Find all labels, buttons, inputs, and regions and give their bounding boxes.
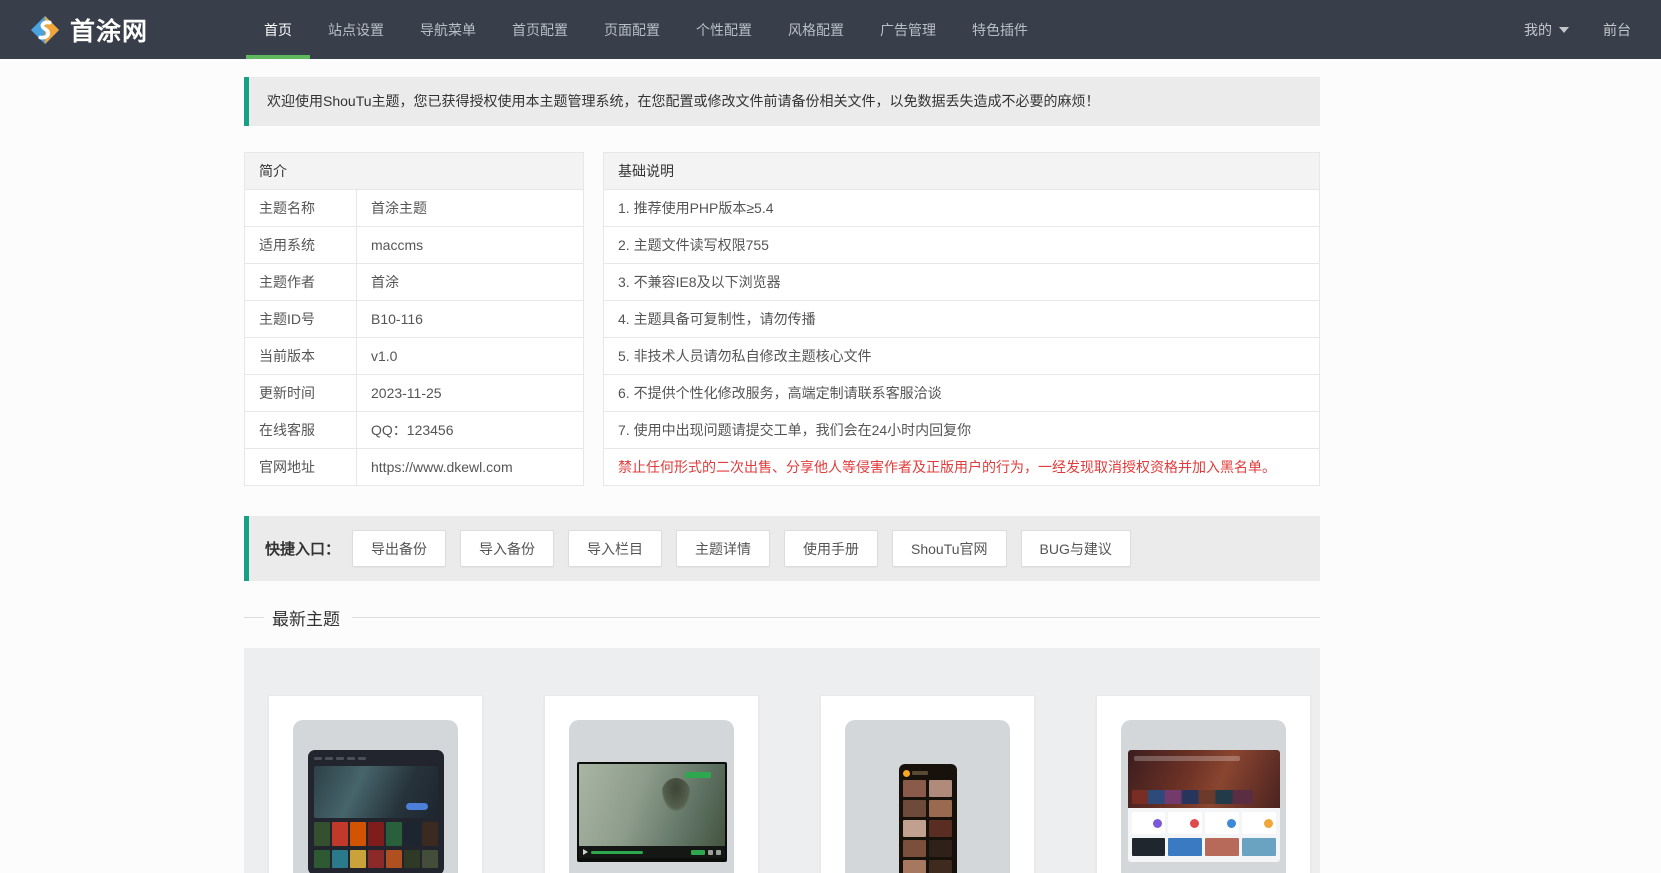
export-backup-button[interactable]: 导出备份 <box>352 530 447 567</box>
table-row: 当前版本 v1.0 <box>244 337 584 375</box>
theme-card[interactable] <box>820 695 1035 873</box>
navbar-right: 我的 前台 <box>1524 0 1631 59</box>
nav-item-style-config[interactable]: 风格配置 <box>770 0 862 59</box>
main-content: 欢迎使用ShouTu主题，您已获得授权使用本主题管理系统，在您配置或修改文件前请… <box>244 77 1320 873</box>
notes-table-title: 基础说明 <box>603 152 1320 190</box>
nav-item-page-config[interactable]: 页面配置 <box>586 0 678 59</box>
official-site-url: https://www.dkewl.com <box>356 448 584 486</box>
import-columns-button[interactable]: 导入栏目 <box>568 530 663 567</box>
my-dropdown[interactable]: 我的 <box>1524 20 1569 40</box>
intro-table: 简介 主题名称 首涂主题 适用系统 maccms 主题作者 首涂 主题ID号 B10-1… <box>244 152 584 486</box>
table-row: 5. 非技术人员请勿私自修改主题核心文件 <box>603 337 1320 375</box>
nav-item-feature-plugins[interactable]: 特色插件 <box>954 0 1046 59</box>
logo-diamond-icon <box>30 15 60 44</box>
table-row: 适用系统 maccms <box>244 226 584 264</box>
quick-entry-bar: 快捷入口： 导出备份 导入备份 导入栏目 主题详情 使用手册 ShouTu官网 … <box>244 516 1320 581</box>
user-manual-button[interactable]: 使用手册 <box>784 530 879 567</box>
theme-card[interactable] <box>544 695 759 873</box>
light-desktop-movie-theme-thumbnail <box>1121 720 1286 873</box>
nav-item-personal-config[interactable]: 个性配置 <box>678 0 770 59</box>
table-row: 在线客服 QQ：123456 <box>244 411 584 449</box>
frontend-link[interactable]: 前台 <box>1603 20 1631 40</box>
nav-item-home-config[interactable]: 首页配置 <box>494 0 586 59</box>
top-navbar: 首涂网 首页 站点设置 导航菜单 首页配置 页面配置 个性配置 风格配置 广告管… <box>0 0 1661 59</box>
theme-details-button[interactable]: 主题详情 <box>676 530 771 567</box>
mobile-movie-theme-thumbnail <box>845 720 1010 873</box>
info-tables: 简介 主题名称 首涂主题 适用系统 maccms 主题作者 首涂 主题ID号 B10-1… <box>244 152 1320 486</box>
table-row: 2. 主题文件读写权限755 <box>603 226 1320 264</box>
latest-themes-heading: 最新主题 <box>244 605 1320 630</box>
shoutu-official-site-button[interactable]: ShouTu官网 <box>892 530 1007 567</box>
table-row: 主题名称 首涂主题 <box>244 189 584 227</box>
nav-item-home[interactable]: 首页 <box>246 0 310 59</box>
chevron-down-icon <box>1559 26 1569 33</box>
welcome-notice-text: 欢迎使用ShouTu主题，您已获得授权使用本主题管理系统，在您配置或修改文件前请… <box>267 93 1100 109</box>
nav-item-ad-manage[interactable]: 广告管理 <box>862 0 954 59</box>
table-row: 7. 使用中出现问题请提交工单，我们会在24小时内回复你 <box>603 411 1320 449</box>
site-logo[interactable]: 首涂网 <box>30 0 246 59</box>
main-nav: 首页 站点设置 导航菜单 首页配置 页面配置 个性配置 风格配置 广告管理 特色… <box>246 0 1046 59</box>
nav-item-nav-menu[interactable]: 导航菜单 <box>402 0 494 59</box>
bug-suggestion-button[interactable]: BUG与建议 <box>1020 530 1131 567</box>
piracy-warning-text: 禁止任何形式的二次出售、分享他人等侵害作者及正版用户的行为，一经发现取消授权资格… <box>603 448 1320 486</box>
dark-desktop-movie-theme-thumbnail <box>293 720 458 873</box>
piracy-warning-row: 禁止任何形式的二次出售、分享他人等侵害作者及正版用户的行为，一经发现取消授权资格… <box>603 448 1320 486</box>
table-row: 更新时间 2023-11-25 <box>244 374 584 412</box>
quick-entry-label: 快捷入口： <box>265 541 341 558</box>
table-row: 主题作者 首涂 <box>244 263 584 301</box>
table-row: 4. 主题具备可复制性，请勿传播 <box>603 300 1320 338</box>
table-row: 3. 不兼容IE8及以下浏览器 <box>603 263 1320 301</box>
import-backup-button[interactable]: 导入备份 <box>460 530 555 567</box>
welcome-notice: 欢迎使用ShouTu主题，您已获得授权使用本主题管理系统，在您配置或修改文件前请… <box>244 77 1320 126</box>
table-row: 1. 推荐使用PHP版本≥5.4 <box>603 189 1320 227</box>
table-row: 官网地址 https://www.dkewl.com <box>244 448 584 486</box>
intro-table-title: 简介 <box>244 152 584 190</box>
table-row: 主题ID号 B10-116 <box>244 300 584 338</box>
logo-text: 首涂网 <box>70 17 149 46</box>
video-player-theme-thumbnail <box>569 720 734 873</box>
nav-item-site-settings[interactable]: 站点设置 <box>310 0 402 59</box>
theme-card[interactable] <box>1096 695 1311 873</box>
theme-card[interactable] <box>268 695 483 873</box>
latest-themes-panel <box>244 648 1320 873</box>
notes-table: 基础说明 1. 推荐使用PHP版本≥5.4 2. 主题文件读写权限755 3. … <box>603 152 1320 486</box>
table-row: 6. 不提供个性化修改服务，高端定制请联系客服洽谈 <box>603 374 1320 412</box>
